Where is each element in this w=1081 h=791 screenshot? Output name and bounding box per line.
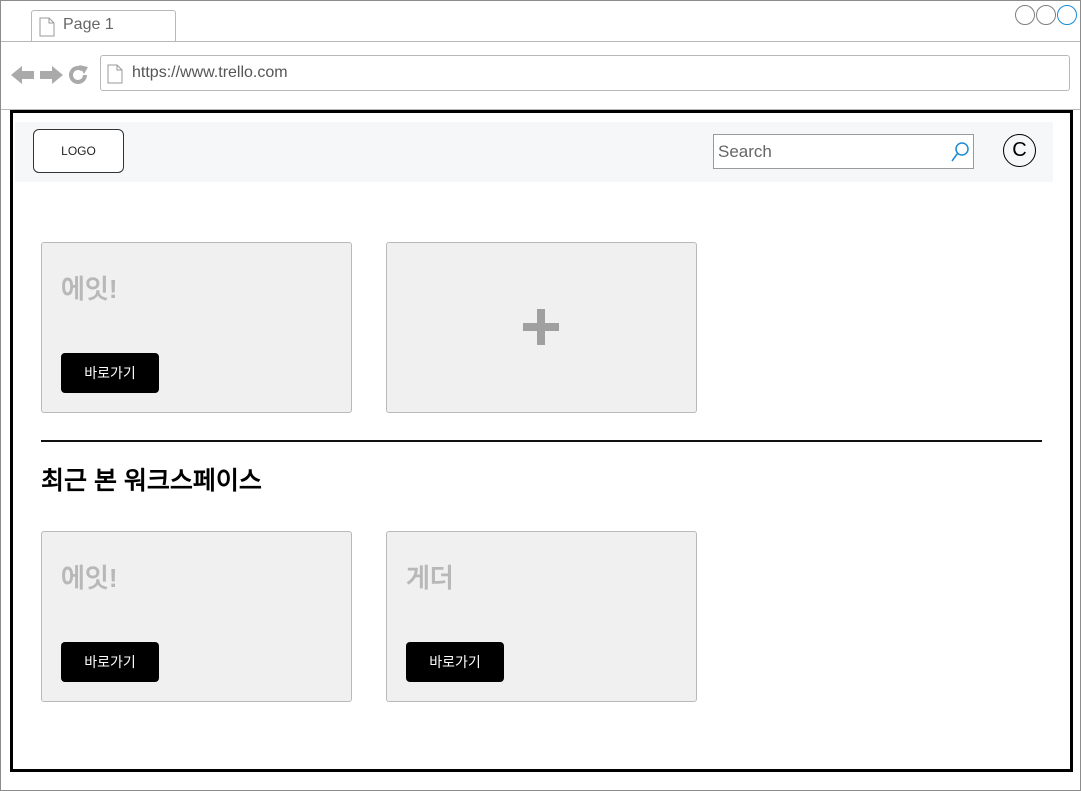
- window-controls: [1015, 5, 1077, 25]
- goto-button[interactable]: 바로가기: [406, 642, 504, 682]
- divider: [41, 440, 1042, 442]
- back-arrow-icon[interactable]: [11, 65, 35, 90]
- app-header: LOGO C: [15, 122, 1053, 182]
- maximize-button[interactable]: [1036, 5, 1056, 25]
- tab-title: Page 1: [63, 16, 114, 33]
- workspace-title: 게더: [406, 563, 454, 593]
- workspace-title: 에잇!: [61, 563, 118, 593]
- page-icon: [39, 17, 55, 42]
- address-bar[interactable]: https://www.trello.com: [100, 55, 1070, 91]
- recent-workspace-card: 에잇! 바로가기: [41, 531, 352, 702]
- search-icon[interactable]: [951, 142, 969, 167]
- logo[interactable]: LOGO: [33, 129, 124, 173]
- forward-arrow-icon[interactable]: [39, 65, 63, 90]
- navigation-bar: https://www.trello.com: [1, 42, 1080, 110]
- refresh-icon[interactable]: [67, 64, 89, 91]
- add-workspace-card[interactable]: [386, 242, 697, 413]
- page-icon: [107, 64, 123, 89]
- search-input[interactable]: [718, 139, 946, 164]
- nav-buttons: [11, 64, 89, 91]
- section-title: 최근 본 워크스페이스: [41, 467, 262, 495]
- browser-window: Page 1 https://www.trello.com LOGO Searc…: [0, 0, 1081, 791]
- close-button[interactable]: [1057, 5, 1077, 25]
- url-text: https://www.trello.com: [132, 64, 288, 81]
- avatar[interactable]: C: [1003, 134, 1036, 167]
- goto-button[interactable]: 바로가기: [61, 642, 159, 682]
- plus-icon: [523, 309, 559, 350]
- page-viewport: LOGO C 에잇! 바로가기 최근 본 워크스페이스 에잇! 바로가기: [10, 110, 1073, 772]
- workspace-title: 에잇!: [61, 274, 118, 304]
- browser-tab[interactable]: Page 1: [31, 10, 176, 41]
- tab-bar: Page 1: [1, 1, 1080, 42]
- goto-button[interactable]: 바로가기: [61, 353, 159, 393]
- recent-workspace-card: 게더 바로가기: [386, 531, 697, 702]
- search-box: [713, 134, 974, 169]
- workspace-card: 에잇! 바로가기: [41, 242, 352, 413]
- minimize-button[interactable]: [1015, 5, 1035, 25]
